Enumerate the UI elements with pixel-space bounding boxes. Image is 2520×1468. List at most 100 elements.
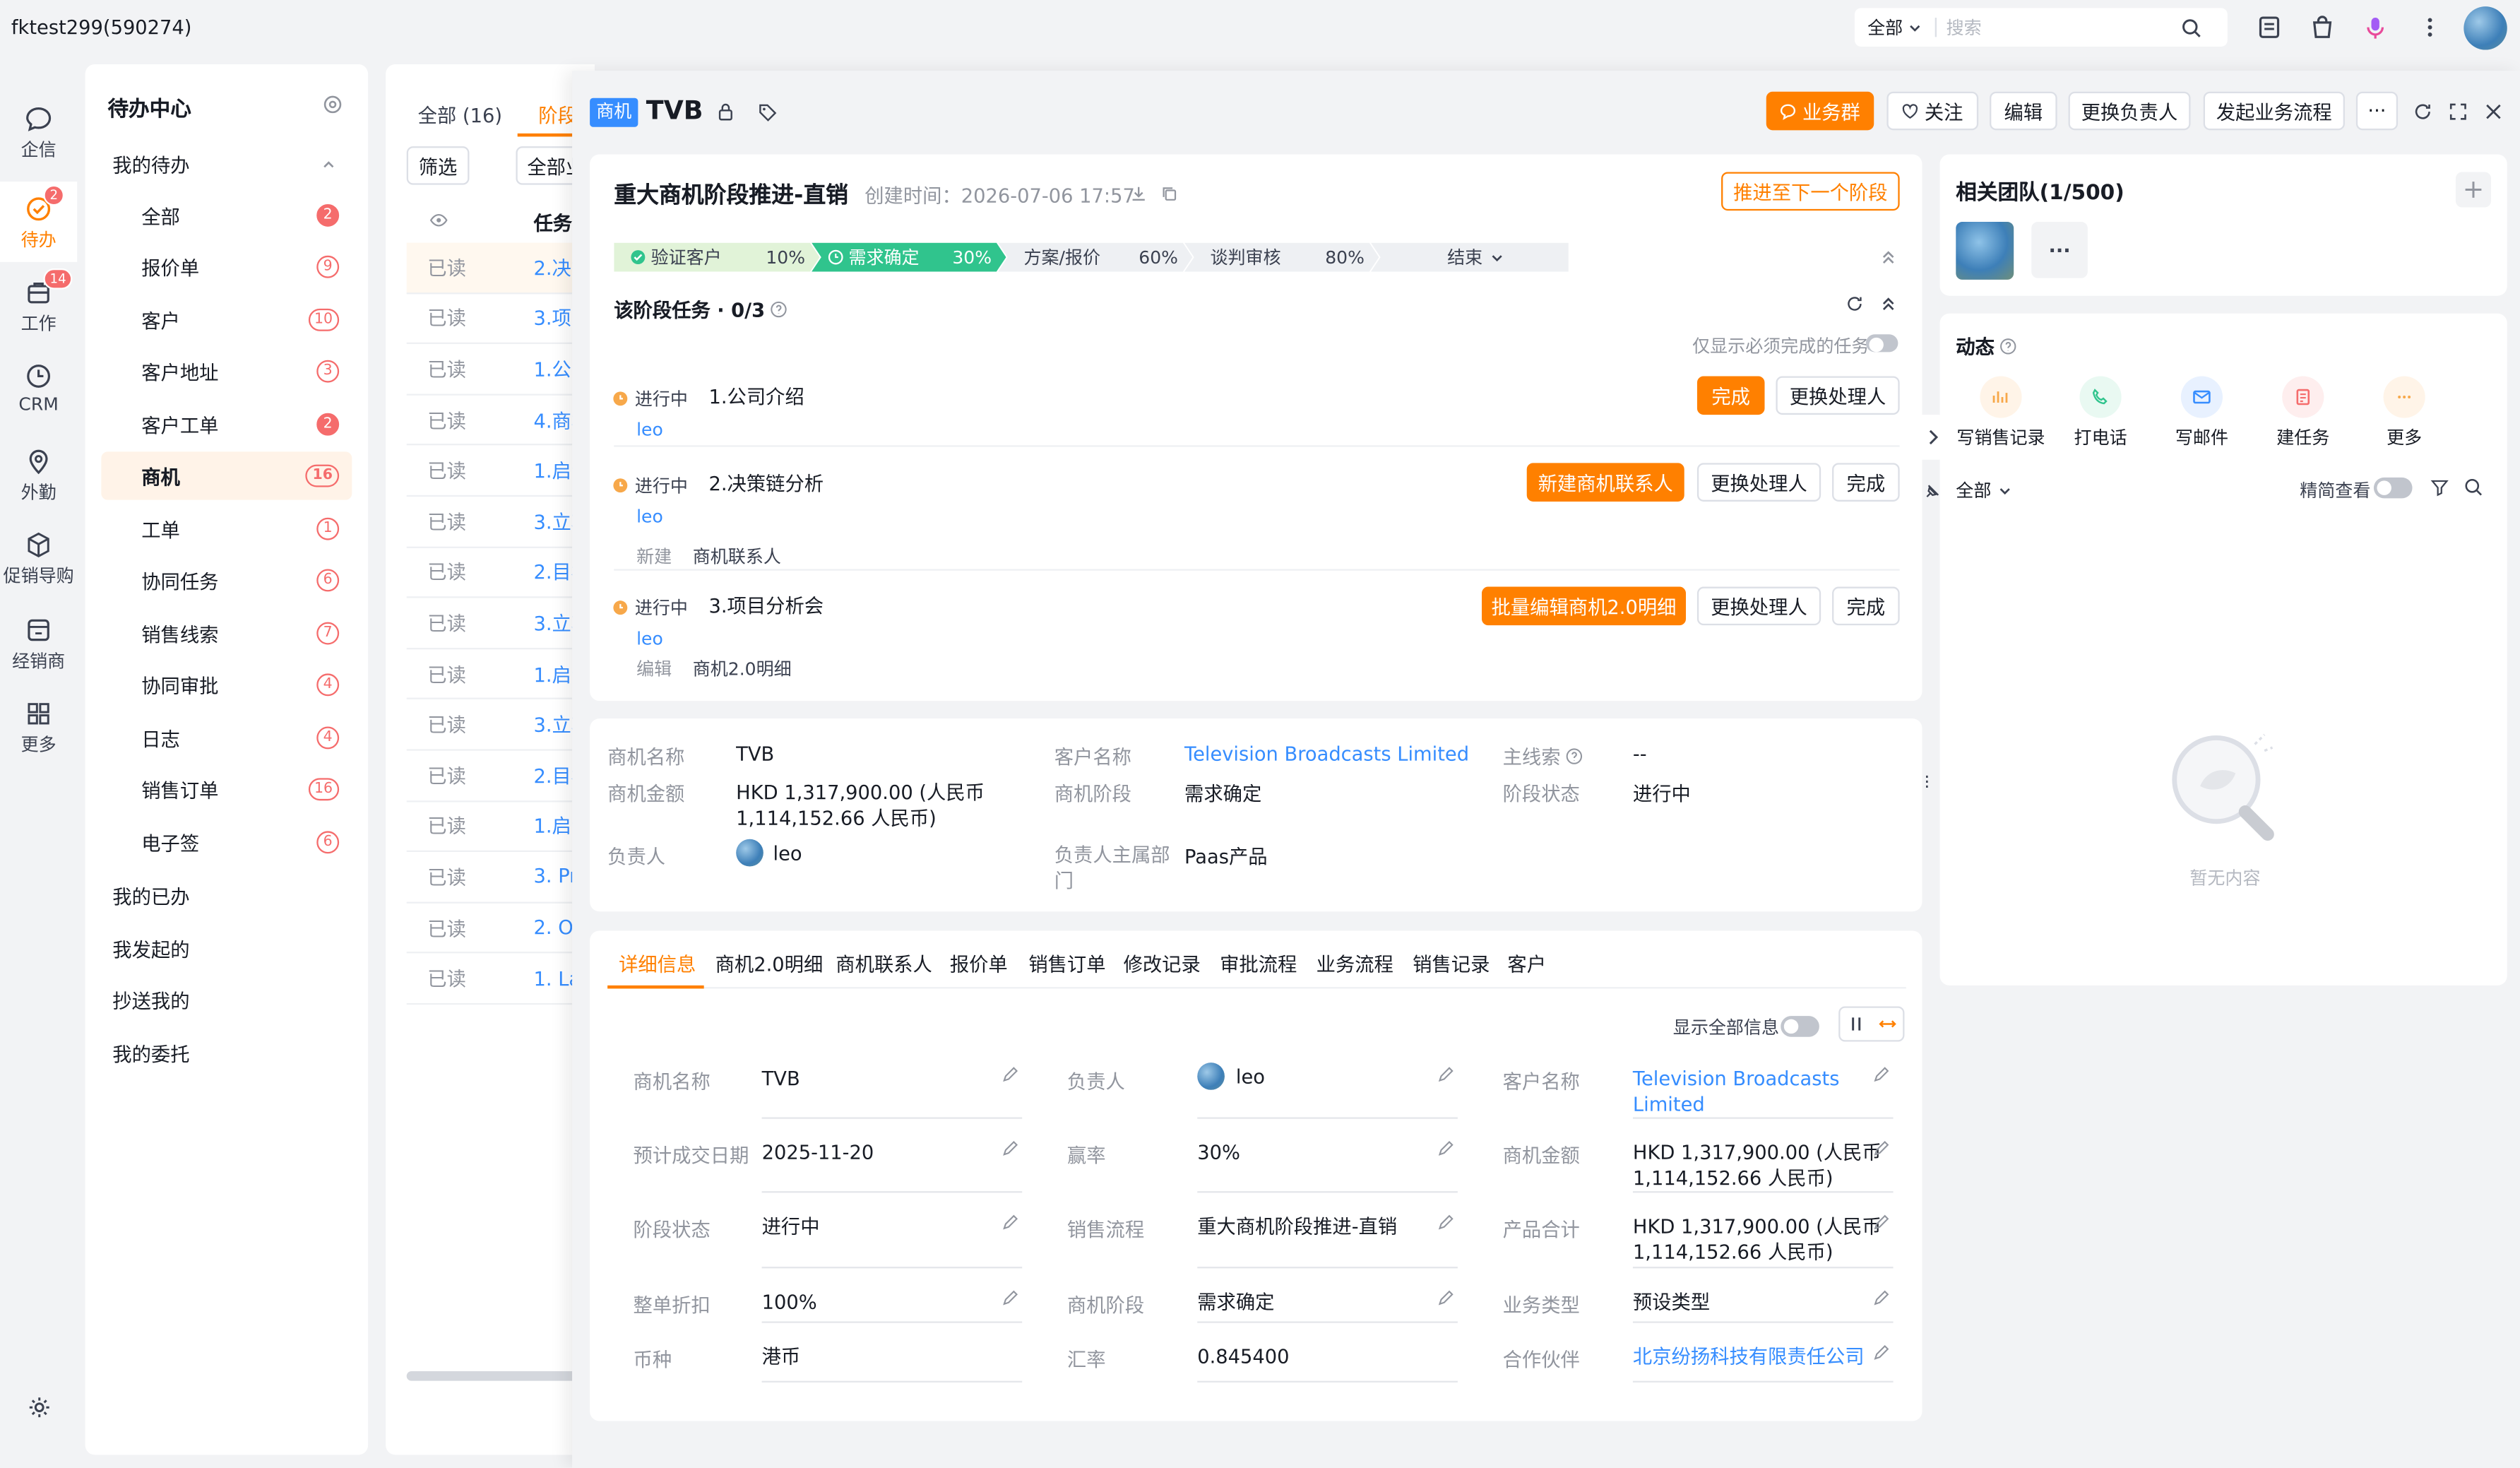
detail-tab[interactable]: 审批流程 [1220, 950, 1297, 978]
side-handle[interactable]: · · · [1922, 742, 1932, 819]
edit-pencil-icon[interactable] [1872, 1289, 1890, 1307]
customer-link[interactable]: Television Broadcasts Limited [1184, 742, 1469, 765]
edit-pencil-icon[interactable] [1437, 1214, 1454, 1231]
edit-pencil-icon[interactable] [1872, 1066, 1890, 1084]
add-member-button[interactable] [2455, 172, 2492, 208]
detail-tab[interactable]: 业务流程 [1317, 950, 1393, 978]
task-change-handler-button[interactable]: 更换处理人 [1776, 376, 1900, 415]
edit-button[interactable]: 编辑 [1990, 91, 2057, 131]
feed-action-more-dots[interactable]: 更多 [2356, 376, 2453, 450]
edit-pencil-icon[interactable] [1872, 1140, 1890, 1157]
nav-item-crm[interactable]: CRM [0, 362, 77, 415]
task-owner-link[interactable]: leo [636, 507, 663, 528]
follow-button[interactable]: 关注 [1886, 91, 1979, 131]
list-row[interactable]: 已读 1.启动 [406, 649, 595, 700]
list-row[interactable]: 已读 2. Ob [406, 903, 595, 954]
collapse-right-panel-button[interactable] [1922, 415, 1945, 460]
more-vertical-icon[interactable] [2417, 14, 2442, 40]
task-link[interactable]: 3. Pr [533, 865, 577, 888]
compact-view-toggle[interactable] [2373, 477, 2413, 499]
refresh-icon[interactable] [2413, 101, 2434, 122]
team-member-avatar[interactable] [1956, 222, 2014, 280]
new-contact-button[interactable]: 新建商机联系人 [1526, 463, 1684, 502]
expand-width-icon[interactable] [1878, 1016, 1896, 1032]
detail-tab[interactable]: 修改记录 [1124, 950, 1201, 978]
stage-step-2-current[interactable]: 需求确定 30% [812, 243, 1006, 272]
todo-item[interactable]: 报价单 9 [101, 243, 352, 291]
edit-pencil-icon[interactable] [1437, 1289, 1454, 1307]
settings-icon[interactable] [321, 93, 344, 116]
list-row[interactable]: 已读 3. Pr [406, 852, 595, 904]
task-complete-button[interactable]: 完成 [1832, 586, 1900, 626]
tag-icon[interactable] [757, 101, 778, 122]
nav-item-todo[interactable]: 待办 2 [0, 182, 78, 262]
edit-pencil-icon[interactable] [1002, 1214, 1019, 1231]
field-value[interactable]: Television Broadcasts Limited [1633, 1066, 1840, 1118]
todo-item[interactable]: 客户 10 [101, 296, 352, 344]
list-row[interactable]: 已读 3.立项 [406, 700, 595, 751]
collapse-up-icon[interactable] [1880, 296, 1896, 312]
section-delegated[interactable]: 我的委托 [101, 1029, 352, 1077]
list-row[interactable]: 已读 3.项目 [406, 293, 595, 345]
ai-assistant-icon[interactable] [2362, 14, 2388, 40]
field-value[interactable]: 北京纷扬科技有限责任公司 [1633, 1344, 1865, 1369]
summary-owner[interactable]: leo [736, 839, 802, 867]
feed-filter-select[interactable]: 全部 [1956, 478, 2012, 503]
search-input[interactable] [1946, 16, 2172, 38]
todo-item[interactable]: 销售线索 7 [101, 609, 352, 657]
horizontal-scrollbar[interactable] [406, 1371, 595, 1381]
settings-gear-icon[interactable] [25, 1394, 53, 1421]
list-row[interactable]: 已读 1.公司 [406, 344, 595, 396]
edit-pencil-icon[interactable] [1437, 1140, 1454, 1157]
change-owner-button[interactable]: 更换负责人 [2068, 91, 2191, 131]
filter-button[interactable]: 筛选 [406, 146, 470, 185]
nav-item-chat[interactable]: 企信 [0, 105, 77, 162]
business-group-button[interactable]: 业务群 [1766, 91, 1874, 131]
copy-icon[interactable] [1160, 185, 1178, 203]
section-cc[interactable]: 抄送我的 [101, 976, 352, 1024]
list-row[interactable]: 已读 2.目标 [406, 751, 595, 802]
edit-pencil-icon[interactable] [1437, 1066, 1454, 1084]
download-icon[interactable] [1130, 185, 1148, 203]
task-owner-link[interactable]: leo [636, 420, 663, 441]
detail-tab[interactable]: 商机联系人 [836, 950, 932, 978]
todo-item[interactable]: 销售订单 16 [101, 765, 352, 813]
advance-stage-button[interactable]: 推进至下一个阶段 [1721, 172, 1900, 211]
refresh-icon[interactable] [1845, 294, 1864, 313]
todo-item[interactable]: 协同审批 4 [101, 661, 352, 709]
detail-tab[interactable]: 销售记录 [1413, 950, 1490, 978]
todo-item[interactable]: 协同任务 6 [101, 556, 352, 604]
task-complete-button[interactable]: 完成 [1696, 376, 1765, 415]
detail-tab[interactable]: 报价单 [950, 950, 1008, 978]
edit-pencil-icon[interactable] [1872, 1344, 1890, 1361]
edit-pencil-icon[interactable] [1872, 1214, 1890, 1231]
detail-tab[interactable]: 销售订单 [1028, 950, 1105, 978]
section-initiated[interactable]: 我发起的 [101, 924, 352, 972]
search-icon[interactable] [2181, 17, 2202, 38]
help-icon[interactable] [1999, 338, 2017, 355]
feed-action-sales-record[interactable]: 写销售记录 [1953, 376, 2050, 450]
todo-item[interactable]: 全部 2 [101, 191, 352, 239]
stage-step-end[interactable]: 结束 [1371, 242, 1569, 272]
nav-item-promo[interactable]: 促销导购 [0, 531, 77, 588]
todo-item[interactable]: 工单 1 [101, 505, 352, 553]
edit-pencil-icon[interactable] [1002, 1140, 1019, 1157]
edit-pencil-icon[interactable] [1002, 1289, 1019, 1307]
start-flow-button[interactable]: 发起业务流程 [2203, 91, 2345, 131]
search-icon[interactable] [2463, 478, 2483, 497]
nav-item-dealer[interactable]: 经销商 [0, 616, 77, 674]
detail-tab[interactable]: 客户 [1507, 950, 1546, 978]
nav-item-field[interactable]: 外勤 [0, 447, 77, 505]
feed-action-task[interactable]: 建任务 [2255, 376, 2352, 450]
tab-all[interactable]: 全部 (16) [418, 101, 502, 129]
stage-step-3[interactable]: 方案/报价 60% [998, 243, 1192, 272]
todo-item[interactable]: 客户地址 3 [101, 348, 352, 396]
lock-icon[interactable] [715, 101, 737, 122]
layout-switch[interactable] [1838, 1006, 1905, 1042]
task-owner-link[interactable]: leo [636, 629, 663, 650]
pin-icon[interactable] [1924, 484, 1940, 500]
task-change-handler-button[interactable]: 更换处理人 [1696, 586, 1821, 626]
nav-item-work[interactable]: 工作 14 [0, 268, 77, 336]
task-complete-button[interactable]: 完成 [1832, 463, 1900, 502]
list-row[interactable]: 已读 3.立项 [406, 598, 595, 649]
